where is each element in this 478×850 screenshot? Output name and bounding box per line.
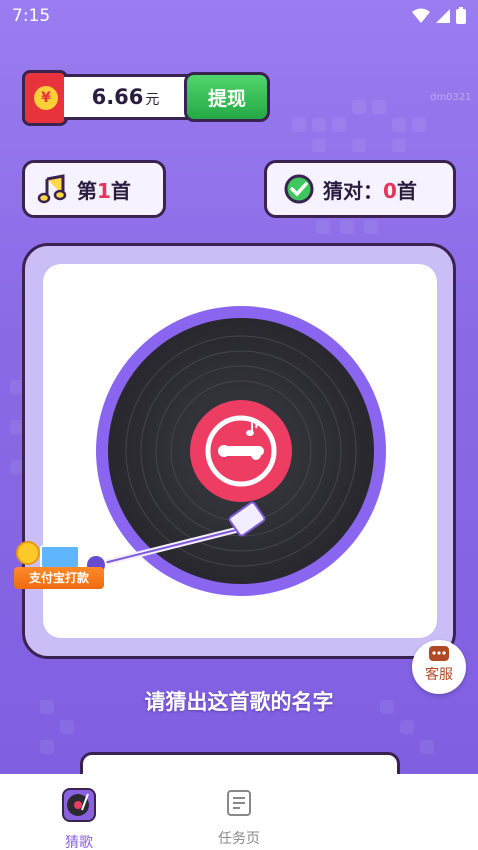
guess-prompt: 请猜出这首歌的名字 [144, 690, 334, 714]
document-icon [227, 790, 251, 816]
gold-coin-icon [16, 541, 40, 565]
alipay-payout-badge[interactable]: 支付宝打款 [14, 541, 104, 591]
tab-tasks-label: 任务页 [218, 831, 260, 847]
bottom-tab-bar: 猜歌 任务页 [0, 774, 478, 850]
tonearm [85, 501, 266, 576]
tab-guess-song-label: 猜歌 [65, 835, 93, 850]
tab-tasks[interactable]: 任务页 [194, 788, 284, 848]
turntable-icon [62, 788, 96, 822]
chat-bubble-icon [429, 646, 449, 661]
cash-icon [40, 545, 80, 569]
tab-guess-song[interactable]: 猜歌 [34, 788, 124, 850]
alipay-payout-label: 支付宝打款 [14, 567, 104, 589]
customer-service-label: 客服 [425, 667, 453, 683]
